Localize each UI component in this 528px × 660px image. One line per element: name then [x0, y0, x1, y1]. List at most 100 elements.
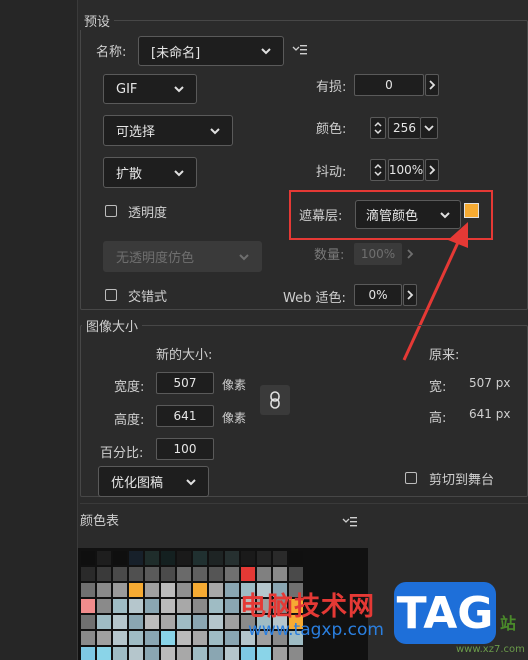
width-input[interactable]: 507 [156, 372, 214, 394]
color-swatch-cell[interactable] [241, 567, 255, 581]
format-dropdown[interactable]: GIF [103, 74, 197, 104]
color-swatch-cell[interactable] [193, 551, 207, 565]
color-swatch-cell[interactable] [193, 599, 207, 613]
color-swatch-cell[interactable] [81, 647, 95, 660]
lossy-input[interactable]: 0 [354, 74, 424, 96]
clip-to-stage-checkbox[interactable] [405, 472, 417, 484]
color-swatch-cell[interactable] [161, 567, 175, 581]
color-swatch-cell[interactable] [241, 551, 255, 565]
color-swatch-cell[interactable] [97, 583, 111, 597]
color-swatch-cell[interactable] [129, 647, 143, 660]
lossy-slider-button[interactable] [425, 74, 439, 96]
color-swatch-cell[interactable] [225, 631, 239, 645]
dither-amount-input[interactable]: 100% [388, 159, 424, 181]
color-swatch-cell[interactable] [81, 631, 95, 645]
amount-input[interactable]: 100% [354, 243, 402, 265]
color-swatch-cell[interactable] [145, 583, 159, 597]
color-swatch-cell[interactable] [289, 551, 303, 565]
color-swatch-cell[interactable] [193, 567, 207, 581]
color-table-menu-icon[interactable] [342, 516, 358, 528]
color-swatch-cell[interactable] [113, 631, 127, 645]
color-swatch-cell[interactable] [129, 631, 143, 645]
quality-dropdown[interactable]: 优化图稿 [98, 466, 209, 497]
color-swatch-cell[interactable] [225, 567, 239, 581]
height-input[interactable]: 641 [156, 405, 214, 427]
color-swatch-cell[interactable] [145, 615, 159, 629]
color-swatch-cell[interactable] [225, 551, 239, 565]
color-swatch-cell[interactable] [97, 615, 111, 629]
transparency-dither-dropdown[interactable]: 无透明度仿色 [103, 241, 262, 272]
color-swatch-cell[interactable] [145, 631, 159, 645]
color-swatch-cell[interactable] [145, 647, 159, 660]
color-swatch-cell[interactable] [145, 551, 159, 565]
constrain-proportions-button[interactable] [260, 385, 290, 415]
color-swatch-cell[interactable] [273, 551, 287, 565]
preset-menu-icon[interactable] [292, 44, 308, 56]
dither-dropdown[interactable]: 扩散 [103, 157, 197, 188]
color-swatch-cell[interactable] [97, 631, 111, 645]
palette-dropdown[interactable]: 可选择 [103, 115, 233, 146]
color-swatch-cell[interactable] [177, 551, 191, 565]
color-swatch-cell[interactable] [209, 647, 223, 660]
color-swatch-cell[interactable] [113, 567, 127, 581]
color-swatch-cell[interactable] [81, 583, 95, 597]
color-swatch-cell[interactable] [113, 583, 127, 597]
interlaced-checkbox[interactable] [105, 289, 117, 301]
dither-amount-spinner[interactable] [370, 159, 386, 181]
color-swatch-cell[interactable] [273, 647, 287, 660]
color-swatch-cell[interactable] [241, 647, 255, 660]
web-snap-input[interactable]: 0% [354, 284, 402, 306]
color-swatch-cell[interactable] [177, 583, 191, 597]
color-swatch-cell[interactable] [145, 599, 159, 613]
color-swatch-cell[interactable] [257, 551, 271, 565]
color-swatch-cell[interactable] [161, 583, 175, 597]
color-swatch-cell[interactable] [113, 599, 127, 613]
color-swatch-cell[interactable] [273, 567, 287, 581]
color-swatch-cell[interactable] [161, 647, 175, 660]
color-swatch-cell[interactable] [113, 551, 127, 565]
color-swatch-cell[interactable] [209, 631, 223, 645]
color-swatch-cell[interactable] [113, 615, 127, 629]
color-swatch-cell[interactable] [209, 583, 223, 597]
color-swatch-cell[interactable] [97, 647, 111, 660]
color-swatch-cell[interactable] [81, 599, 95, 613]
colors-spinner[interactable] [370, 117, 386, 139]
color-swatch-cell[interactable] [97, 599, 111, 613]
color-swatch-cell[interactable] [129, 615, 143, 629]
color-swatch-cell[interactable] [177, 631, 191, 645]
color-swatch-cell[interactable] [97, 567, 111, 581]
color-swatch-cell[interactable] [193, 615, 207, 629]
color-swatch-cell[interactable] [177, 615, 191, 629]
color-swatch-cell[interactable] [209, 567, 223, 581]
colors-dropdown-button[interactable] [420, 117, 438, 139]
transparency-checkbox[interactable] [105, 205, 117, 217]
color-swatch-cell[interactable] [209, 615, 223, 629]
color-swatch-cell[interactable] [81, 615, 95, 629]
percent-input[interactable]: 100 [156, 438, 214, 460]
color-swatch-cell[interactable] [193, 647, 207, 660]
color-swatch-cell[interactable] [113, 647, 127, 660]
color-swatch-cell[interactable] [193, 631, 207, 645]
color-swatch-cell[interactable] [161, 599, 175, 613]
color-swatch-cell[interactable] [129, 599, 143, 613]
color-swatch-cell[interactable] [225, 647, 239, 660]
color-swatch-cell[interactable] [289, 647, 303, 660]
color-swatch-cell[interactable] [177, 567, 191, 581]
color-swatch-cell[interactable] [161, 551, 175, 565]
web-snap-slider-button[interactable] [403, 284, 417, 306]
color-swatch-cell[interactable] [145, 567, 159, 581]
color-swatch-cell[interactable] [257, 647, 271, 660]
color-swatch-cell[interactable] [81, 567, 95, 581]
color-swatch-cell[interactable] [129, 551, 143, 565]
color-swatch-cell[interactable] [209, 599, 223, 613]
color-swatch-cell[interactable] [129, 583, 143, 597]
color-swatch-cell[interactable] [193, 583, 207, 597]
dither-amount-slider-button[interactable] [425, 159, 439, 181]
color-swatch-cell[interactable] [177, 599, 191, 613]
preset-name-dropdown[interactable]: [未命名] [138, 36, 284, 66]
color-swatch-cell[interactable] [97, 551, 111, 565]
color-swatch-cell[interactable] [225, 615, 239, 629]
color-swatch-cell[interactable] [161, 631, 175, 645]
chevron-right-icon[interactable] [406, 249, 414, 259]
color-swatch-cell[interactable] [177, 647, 191, 660]
